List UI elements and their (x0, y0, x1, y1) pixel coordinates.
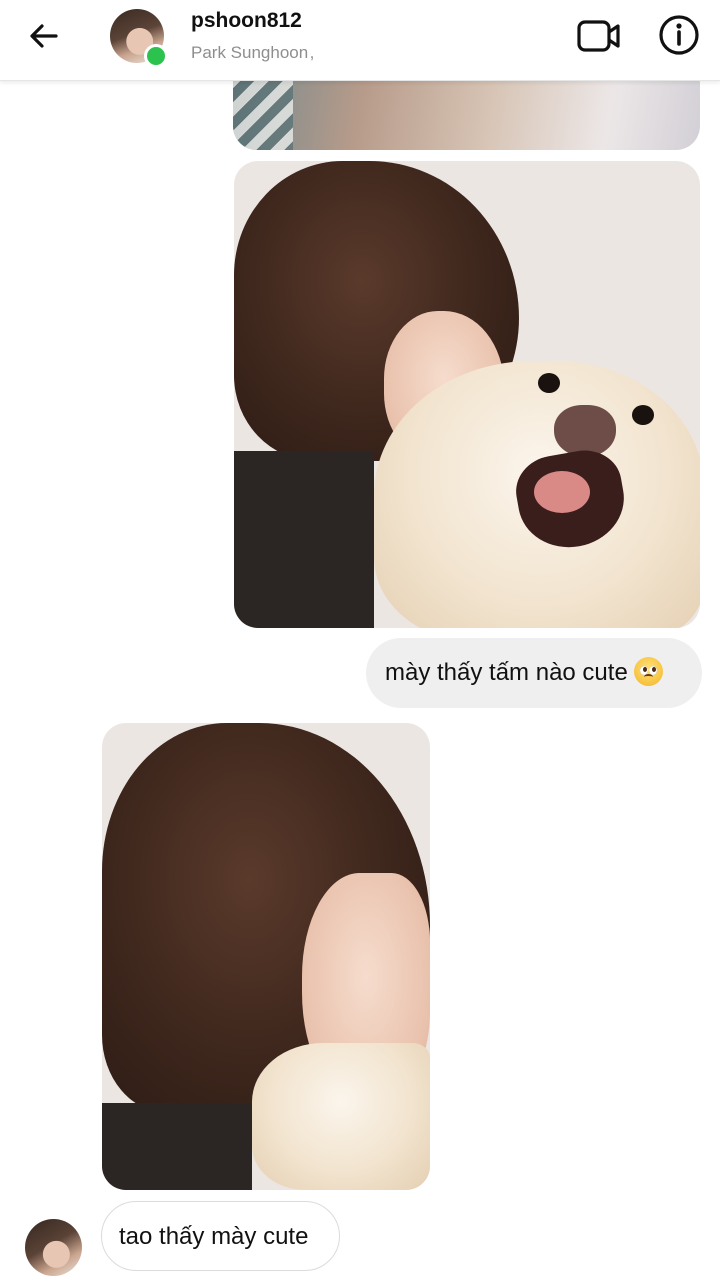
dog-eye (632, 405, 654, 425)
back-button[interactable] (22, 16, 66, 60)
photo-dog (252, 1043, 430, 1190)
profile-avatar[interactable] (110, 9, 168, 68)
dog-eye (538, 373, 560, 393)
info-icon (659, 15, 699, 55)
message-text: tao thấy mày cute (119, 1223, 309, 1250)
online-status-dot (144, 44, 168, 68)
received-text-message[interactable]: tao thấy mày cute (101, 1201, 340, 1271)
video-call-icon (577, 20, 620, 52)
dog-nose (554, 405, 616, 457)
sender-avatar[interactable] (25, 1219, 82, 1276)
chat-fullname: Park Sunghoon , (191, 43, 315, 62)
photo-shirt (102, 1103, 252, 1190)
received-photo-message[interactable] (102, 723, 430, 1190)
message-text: mày thấy tấm nào cute (385, 659, 628, 686)
chat-screen: mày thấy tấm nào cute tao thấy mày cute … (0, 0, 720, 1279)
chat-header: pshoon812 Park Sunghoon , (0, 0, 720, 81)
back-arrow-icon (30, 24, 58, 48)
photo-shirt (234, 451, 374, 628)
pleading-face-emoji (633, 657, 663, 687)
sent-photo-message[interactable] (234, 161, 700, 628)
dog-tongue (534, 471, 590, 513)
video-call-button[interactable] (574, 14, 622, 58)
chat-username[interactable]: pshoon812 (191, 9, 302, 33)
info-button[interactable] (656, 12, 702, 58)
sent-text-message[interactable]: mày thấy tấm nào cute (366, 638, 702, 708)
